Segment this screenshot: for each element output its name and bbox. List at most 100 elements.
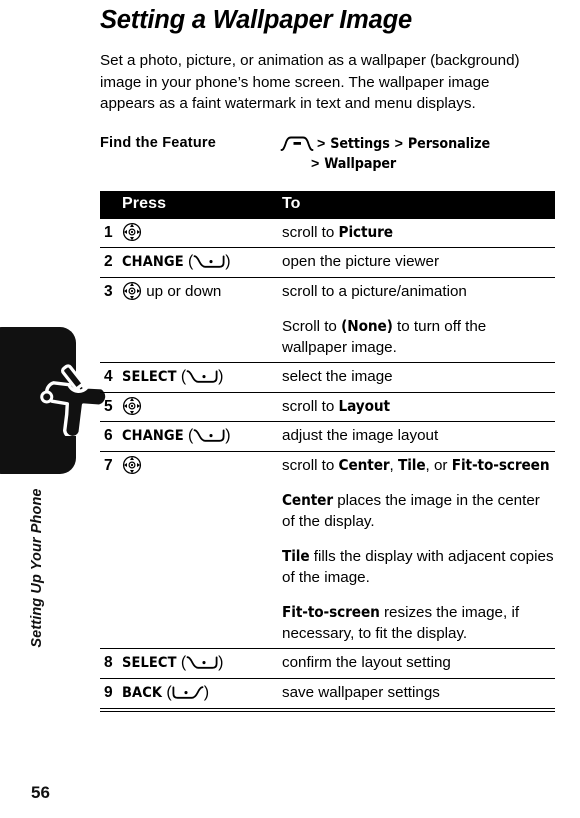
steps-table-note-row: Scroll to (None) to turn off the wallpap… — [100, 306, 555, 363]
step-number — [100, 306, 122, 363]
step-press-cell — [122, 391, 282, 421]
step-description-cell: Center places the image in the center of… — [282, 480, 555, 536]
nav-key-icon — [122, 455, 142, 475]
path-item-personalize[interactable]: Personalize — [408, 136, 490, 152]
section-label: Setting Up Your Phone — [29, 488, 45, 648]
desc-text: Scroll to — [282, 317, 342, 335]
steps-table-body: 1 scroll to Picture 2 CHANGE () open the pic… — [100, 217, 555, 708]
step-description-cell: scroll to a picture/animation — [282, 276, 555, 306]
header-number — [100, 190, 122, 218]
step-description-cell: open the picture viewer — [282, 246, 555, 277]
steps-table-row: 6 CHANGE () adjust the image layout — [100, 420, 555, 451]
menu-value: Fit-to-screen — [451, 455, 550, 474]
steps-table-row: 2 CHANGE () open the picture viewer — [100, 246, 555, 277]
step-description-cell: select the image — [282, 361, 555, 392]
desc-text: scroll to a picture/animation — [282, 282, 467, 300]
page-title: Setting a Wallpaper Image — [100, 6, 412, 34]
step-press-cell — [122, 217, 282, 247]
desc-text: , or — [425, 456, 452, 474]
header-row: Press To — [100, 190, 555, 218]
step-number: 6 — [100, 420, 122, 451]
desc-text: fills the display with adjacent copies o… — [282, 547, 554, 586]
menu-value: Tile — [397, 455, 426, 474]
left-softkey-icon — [193, 428, 225, 442]
steps-table-row: 8 SELECT () confirm the layout setting — [100, 647, 555, 678]
steps-table-note-row: Fit-to-screen resizes the image, if nece… — [100, 592, 555, 649]
step-number — [100, 592, 122, 649]
menu-value: Tile — [282, 546, 310, 565]
step-press-cell: up or down — [122, 276, 282, 306]
step-press-cell: CHANGE () — [122, 420, 282, 451]
find-the-feature-label: Find the Feature — [100, 134, 216, 151]
path-separator-1: > — [317, 135, 326, 152]
step-press-cell: BACK () — [122, 677, 282, 708]
content-column: Setting a Wallpaper Image Set a photo, p… — [97, 0, 580, 712]
find-the-feature-path: > Settings > Personalize > Wallpaper — [280, 134, 580, 174]
desc-text: save wallpaper settings — [282, 683, 440, 701]
step-press-cell — [122, 536, 282, 592]
softkey-label[interactable]: SELECT — [122, 655, 177, 671]
desc-text: scroll to — [282, 223, 339, 241]
step-description-cell: adjust the image layout — [282, 420, 555, 451]
step-number: 8 — [100, 647, 122, 678]
path-item-wallpaper[interactable]: Wallpaper — [324, 156, 396, 172]
desc-text: scroll to — [282, 397, 339, 415]
manual-page: Setting Up Your Phone 56 Setting a Wallp… — [0, 0, 580, 818]
steps-table-row: 5 scroll to Layout — [100, 391, 555, 421]
left-softkey-icon — [193, 254, 225, 268]
desc-text: scroll to — [282, 456, 339, 474]
paren-close: ) — [225, 252, 231, 270]
step-description-cell: Scroll to (None) to turn off the wallpap… — [282, 306, 555, 363]
step-press-cell: SELECT () — [122, 647, 282, 678]
softkey-label[interactable]: SELECT — [122, 369, 177, 385]
steps-table-row: 3 up or down scroll to a picture/animatio… — [100, 276, 555, 306]
step-press-cell: CHANGE () — [122, 246, 282, 277]
step-number — [100, 536, 122, 592]
step-description-cell: confirm the layout setting — [282, 647, 555, 678]
menu-value: Center — [282, 490, 333, 509]
step-number: 1 — [100, 217, 122, 247]
menu-value: Layout — [338, 396, 391, 415]
step-description-cell: Fit-to-screen resizes the image, if nece… — [282, 592, 555, 649]
step-press-cell — [122, 480, 282, 536]
softkey-label[interactable]: CHANGE — [122, 428, 184, 444]
step-number: 9 — [100, 677, 122, 708]
desc-text: adjust the image layout — [282, 426, 439, 444]
steps-table-note-row: Tile fills the display with adjacent cop… — [100, 536, 555, 592]
steps-table-row: 9 BACK () save wallpaper settings — [100, 677, 555, 708]
path-item-settings[interactable]: Settings — [330, 136, 390, 152]
path-separator-3: > — [311, 155, 320, 172]
header-press: Press — [122, 190, 282, 218]
nav-key-icon — [122, 396, 142, 416]
step-description-cell: scroll to Layout — [282, 391, 555, 421]
step-number: 3 — [100, 276, 122, 306]
step-press-cell — [122, 592, 282, 649]
step-number: 7 — [100, 450, 122, 480]
softkey-label[interactable]: BACK — [122, 685, 162, 701]
softkey-label[interactable]: CHANGE — [122, 254, 184, 270]
step-press-cell: SELECT () — [122, 361, 282, 392]
menu-value: Picture — [338, 222, 393, 241]
steps-table-row: 1 scroll to Picture — [100, 217, 555, 247]
steps-table-header: Press To — [100, 190, 555, 218]
page-number: 56 — [31, 783, 50, 802]
header-to: To — [282, 190, 555, 218]
steps-table-row: 7 scroll to Center, Tile, or Fit-to-scree… — [100, 450, 555, 480]
menu-path-line-1: > Settings > Personalize — [280, 134, 580, 154]
menu-value: Fit-to-screen — [282, 602, 380, 621]
left-softkey-icon — [186, 369, 218, 383]
step-number — [100, 480, 122, 536]
paren-close: ) — [218, 367, 224, 385]
paren-close: ) — [203, 683, 210, 701]
paren-close: ) — [225, 426, 231, 444]
path-separator-2: > — [394, 135, 403, 152]
intro-paragraph: Set a photo, picture, or animation as a … — [100, 52, 520, 112]
press-suffix: up or down — [142, 282, 222, 300]
find-the-feature: Find the Feature > Settings > Personaliz… — [100, 134, 580, 174]
steps-table-note-row: Center places the image in the center of… — [100, 480, 555, 536]
nav-key-icon — [122, 222, 142, 242]
desc-text: open the picture viewer — [282, 252, 440, 270]
step-number: 4 — [100, 361, 122, 392]
desc-text: confirm the layout setting — [282, 653, 451, 671]
step-description-cell: scroll to Picture — [282, 217, 555, 247]
